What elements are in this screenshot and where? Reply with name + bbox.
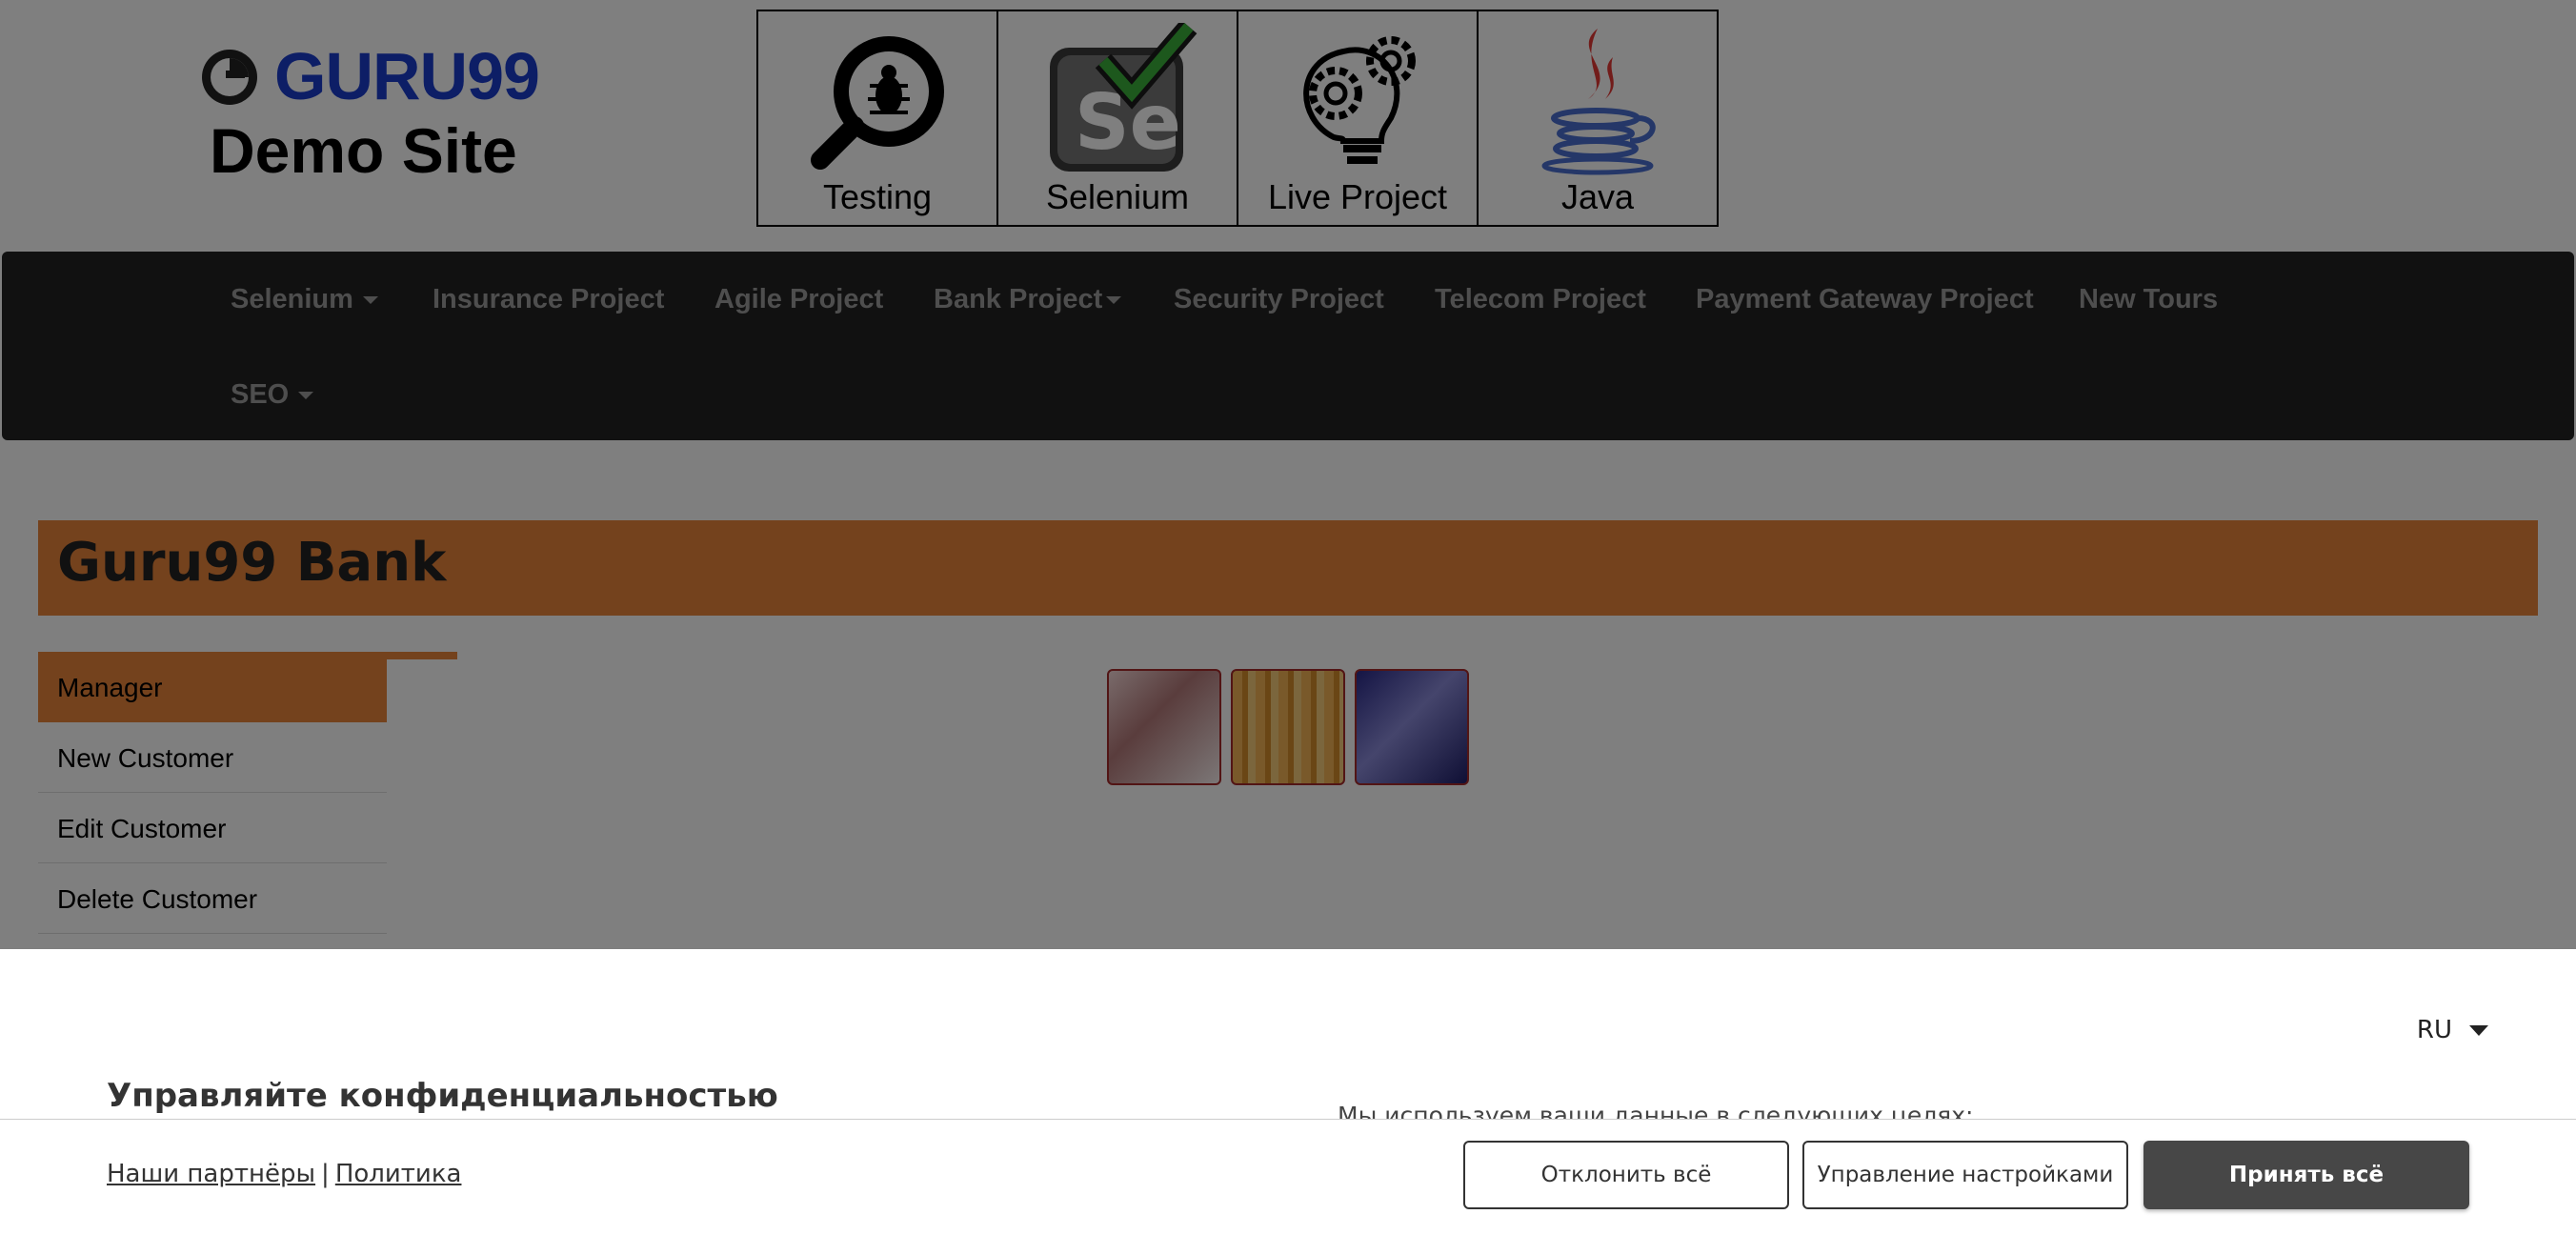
modal-backdrop[interactable] (0, 0, 2576, 949)
manage-settings-button[interactable]: Управление настройками (1802, 1141, 2128, 1209)
consent-footer: Наши партнёры | Политика Отклонить всё Упр… (0, 1120, 2576, 1235)
caret-down-icon (2469, 1025, 2488, 1036)
partners-link[interactable]: Наши партнёры (107, 1160, 315, 1188)
link-separator: | (321, 1160, 330, 1188)
privacy-consent-banner: RU Управляйте конфиденциальностью Мы исп… (0, 949, 2576, 1235)
consent-links: Наши партнёры | Политика (107, 1160, 461, 1188)
accept-all-button[interactable]: Принять всё (2143, 1141, 2469, 1209)
consent-title: Управляйте конфиденциальностью (107, 1077, 778, 1115)
language-selector[interactable]: RU (2417, 1016, 2488, 1044)
policy-link[interactable]: Политика (335, 1160, 462, 1188)
reject-all-button[interactable]: Отклонить всё (1463, 1141, 1789, 1209)
